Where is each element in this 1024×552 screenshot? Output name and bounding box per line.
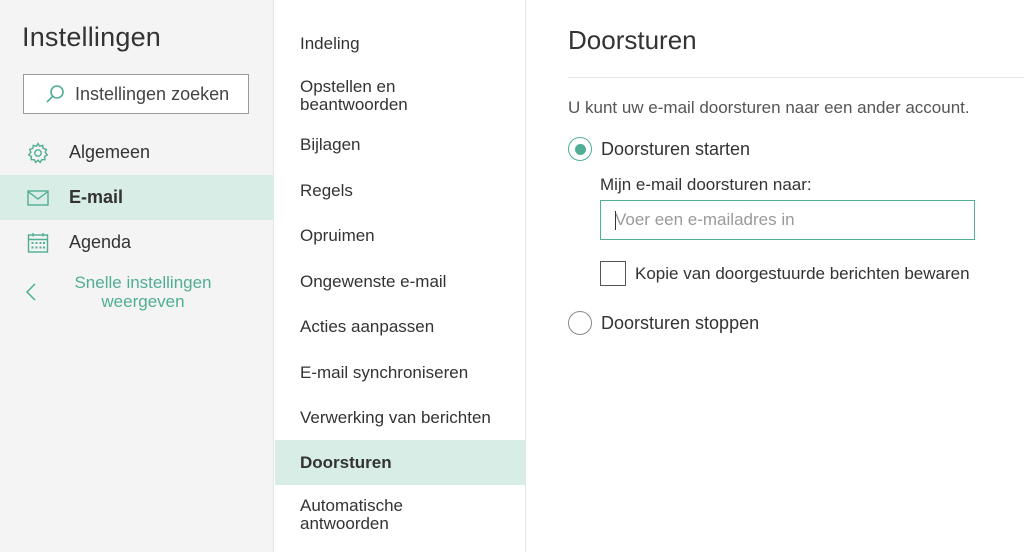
- subnav-item-customize-actions[interactable]: Acties aanpassen: [275, 304, 526, 350]
- subnav-label: Indeling: [300, 33, 360, 53]
- subnav-item-sweep[interactable]: Opruimen: [275, 213, 526, 259]
- subnav-label: Regels: [300, 180, 353, 200]
- subnav-item-message-handling[interactable]: Verwerking van berichten: [275, 395, 526, 440]
- title-divider: [568, 77, 1024, 78]
- forwarding-panel: Doorsturen U kunt uw e-mail doorsturen n…: [527, 0, 1024, 552]
- subnav-label: Ongewenste e-mail: [300, 271, 447, 291]
- forward-to-label: Mijn e-mail doorsturen naar:: [600, 175, 812, 194]
- forward-email-input[interactable]: [600, 200, 975, 240]
- quick-settings-label: Snelle instellingen weergeven: [74, 273, 212, 311]
- nav-item-general[interactable]: Algemeen: [0, 130, 274, 175]
- nav-label-calendar: Agenda: [69, 232, 132, 252]
- subnav-label: Bijlagen: [300, 135, 361, 154]
- subnav-item-attachments[interactable]: Bijlagen: [275, 122, 526, 168]
- start-forwarding-radio[interactable]: Doorsturen starten: [568, 137, 750, 161]
- nav-label-email: E-mail: [69, 187, 124, 207]
- radio-unchecked-icon: [568, 311, 592, 335]
- subnav-item-sync-email[interactable]: E-mail synchroniseren: [275, 350, 526, 395]
- mail-icon: [27, 187, 49, 209]
- subnav-label: Acties aanpassen: [300, 317, 435, 336]
- subnav-label: Opstellen en beantwoorden: [300, 77, 408, 114]
- search-placeholder: Instellingen zoeken: [75, 83, 230, 104]
- nav-item-calendar[interactable]: Agenda: [0, 220, 274, 265]
- settings-title: Instellingen: [22, 22, 161, 52]
- chevron-left-icon: [25, 282, 39, 302]
- subnav-item-junk-email[interactable]: Ongewenste e-mail: [275, 259, 526, 304]
- subnav-item-compose-reply[interactable]: Opstellen en beantwoorden: [275, 66, 526, 126]
- radio-dot: [574, 143, 586, 155]
- nav-label-general: Algemeen: [69, 142, 151, 162]
- page-title: Doorsturen: [568, 25, 697, 55]
- quick-settings-link[interactable]: Snelle instellingen weergeven: [0, 270, 274, 314]
- subnav-label: Automatische antwoorden: [300, 496, 403, 533]
- nav-item-email[interactable]: E-mail: [0, 175, 274, 220]
- subnav-item-rules[interactable]: Regels: [275, 168, 526, 213]
- subnav-label: E-mail synchroniseren: [300, 362, 469, 382]
- checkbox-box: [600, 261, 626, 286]
- keep-copy-label: Kopie van doorgestuurde berichten beware…: [635, 263, 970, 283]
- forwarding-description: U kunt uw e-mail doorsturen naar een and…: [568, 98, 970, 117]
- subnav-item-automatic-replies[interactable]: Automatische antwoorden: [275, 485, 526, 545]
- settings-search-box[interactable]: Instellingen zoeken: [23, 74, 249, 114]
- settings-nav: Algemeen E-mail Agenda: [0, 130, 274, 265]
- subnav-item-forwarding[interactable]: Doorsturen: [275, 440, 526, 485]
- gear-icon: [27, 141, 49, 164]
- subnav-label: Verwerking van berichten: [300, 407, 491, 427]
- subnav-label: Opruimen: [300, 226, 375, 245]
- stop-forwarding-label: Doorsturen stoppen: [601, 312, 760, 333]
- radio-checked-icon: [568, 137, 592, 161]
- subnav-item-layout[interactable]: Indeling: [275, 21, 526, 66]
- start-forwarding-label: Doorsturen starten: [601, 138, 751, 159]
- search-icon: [45, 84, 65, 104]
- keep-copy-checkbox[interactable]: Kopie van doorgestuurde berichten beware…: [600, 261, 970, 286]
- subnav-label: Doorsturen: [300, 452, 392, 472]
- calendar-icon: [27, 232, 49, 254]
- email-settings-list: Indeling Opstellen en beantwoorden Bijla…: [275, 0, 526, 552]
- settings-sidebar: Instellingen Instellingen zoeken Algemee…: [0, 0, 274, 552]
- text-cursor: [615, 211, 616, 230]
- stop-forwarding-radio[interactable]: Doorsturen stoppen: [568, 311, 759, 335]
